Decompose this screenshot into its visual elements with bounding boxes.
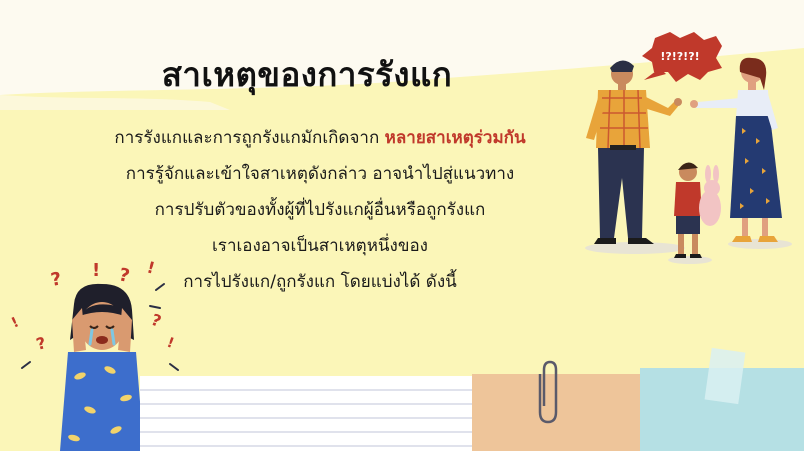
tape-piece bbox=[704, 347, 746, 405]
page-title: สาเหตุของการรังแก bbox=[161, 55, 453, 94]
svg-text:!: ! bbox=[92, 260, 100, 281]
father-figure bbox=[586, 60, 682, 244]
svg-text:!: ! bbox=[9, 314, 22, 331]
svg-text:?: ? bbox=[34, 333, 48, 354]
paper-notes-decoration bbox=[140, 347, 804, 451]
svg-text:!: ! bbox=[145, 258, 157, 278]
family-argument-illustration: !?!?!?! bbox=[585, 32, 792, 264]
speech-bubble: !?!?!?! bbox=[642, 32, 722, 82]
text-line-2: การรู้จักและเข้าใจสาเหตุดังกล่าว อาจนำไป… bbox=[125, 164, 515, 184]
child-figure bbox=[674, 162, 721, 258]
speech-bubble-text: !?!?!?! bbox=[660, 50, 699, 63]
text-line-3: การปรับตัวของทั้งผู้ที่ไปรังแกผู้อื่นหรื… bbox=[154, 200, 486, 220]
text-line-1: การรังแกและการถูกรังแกมักเกิดจาก หลายสาเ… bbox=[114, 128, 526, 148]
highlight-text: หลายสาเหตุร่วมกัน bbox=[384, 128, 526, 148]
